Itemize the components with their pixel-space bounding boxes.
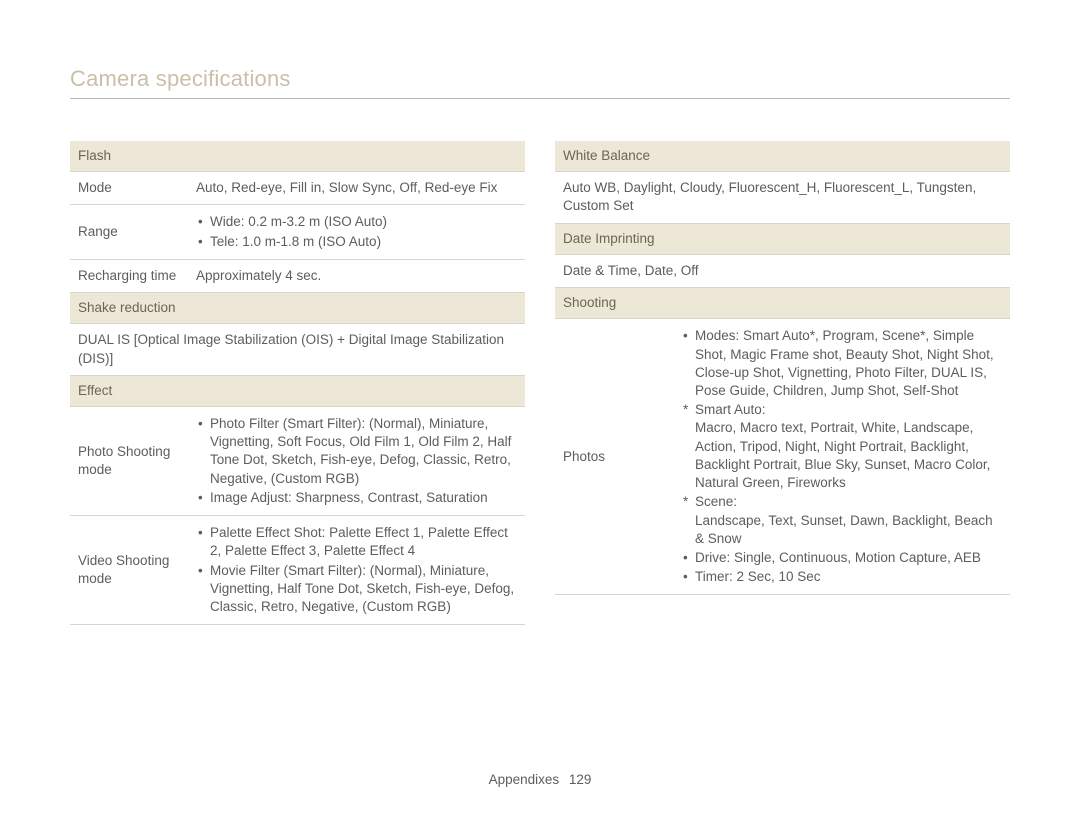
table-row: Photos Modes: Smart Auto*, Program, Scen… (555, 319, 1010, 595)
spec-label: Photos (555, 319, 673, 595)
spec-label: Photo Shooting mode (70, 406, 188, 515)
list-item: Image Adjust: Sharpness, Contrast, Satur… (196, 489, 517, 507)
section-header-label: White Balance (555, 141, 1010, 172)
spec-value: Photo Filter (Smart Filter): (Normal), M… (188, 406, 525, 515)
table-row: Recharging time Approximately 4 sec. (70, 259, 525, 292)
section-header-label: Effect (70, 375, 525, 406)
section-header-label: Date Imprinting (555, 223, 1010, 254)
table-row: Video Shooting mode Palette Effect Shot:… (70, 516, 525, 625)
footer-page-number: 129 (569, 772, 592, 787)
list-item: Movie Filter (Smart Filter): (Normal), M… (196, 562, 517, 617)
list-item: Tele: 1.0 m-1.8 m (ISO Auto) (196, 233, 517, 251)
table-row: Date & Time, Date, Off (555, 254, 1010, 287)
spec-table-left: Flash Mode Auto, Red-eye, Fill in, Slow … (70, 141, 525, 625)
list-item: Timer: 2 Sec, 10 Sec (681, 568, 1002, 586)
list-item: * Scene: Landscape, Text, Sunset, Dawn, … (681, 493, 1002, 548)
page-title: Camera specifications (70, 66, 1010, 99)
spec-value: Modes: Smart Auto*, Program, Scene*, Sim… (673, 319, 1010, 595)
spec-value: Wide: 0.2 m-3.2 m (ISO Auto) Tele: 1.0 m… (188, 205, 525, 259)
spec-value: Auto WB, Daylight, Cloudy, Fluorescent_H… (555, 172, 1010, 223)
list-item: Palette Effect Shot: Palette Effect 1, P… (196, 524, 517, 560)
spec-label: Video Shooting mode (70, 516, 188, 625)
section-shake-reduction: Shake reduction (70, 293, 525, 324)
table-row: Auto WB, Daylight, Cloudy, Fluorescent_H… (555, 172, 1010, 223)
spec-value: Auto, Red-eye, Fill in, Slow Sync, Off, … (188, 172, 525, 205)
footer-section: Appendixes (489, 772, 560, 787)
section-header-label: Shooting (555, 288, 1010, 319)
spec-value: Palette Effect Shot: Palette Effect 1, P… (188, 516, 525, 625)
spec-table-right: White Balance Auto WB, Daylight, Cloudy,… (555, 141, 1010, 595)
list-item: * Smart Auto: Macro, Macro text, Portrai… (681, 401, 1002, 492)
section-header-label: Shake reduction (70, 293, 525, 324)
list-item: Drive: Single, Continuous, Motion Captur… (681, 549, 1002, 567)
bullet-list: Modes: Smart Auto*, Program, Scene*, Sim… (681, 327, 1002, 400)
bullet-list: Palette Effect Shot: Palette Effect 1, P… (196, 524, 517, 616)
table-row: DUAL IS [Optical Image Stabilization (OI… (70, 324, 525, 375)
spec-label: Mode (70, 172, 188, 205)
asterisk-icon: * (683, 493, 688, 511)
section-header-label: Flash (70, 141, 525, 172)
section-effect: Effect (70, 375, 525, 406)
table-row: Mode Auto, Red-eye, Fill in, Slow Sync, … (70, 172, 525, 205)
sub-label: Smart Auto: (695, 402, 766, 417)
sub-text: Landscape, Text, Sunset, Dawn, Backlight… (695, 513, 993, 546)
sub-text: Macro, Macro text, Portrait, White, Land… (695, 420, 990, 490)
bullet-list: Drive: Single, Continuous, Motion Captur… (681, 549, 1002, 586)
table-row: Photo Shooting mode Photo Filter (Smart … (70, 406, 525, 515)
section-shooting: Shooting (555, 288, 1010, 319)
spec-value: Date & Time, Date, Off (555, 254, 1010, 287)
list-item: Wide: 0.2 m-3.2 m (ISO Auto) (196, 213, 517, 231)
left-column: Flash Mode Auto, Red-eye, Fill in, Slow … (70, 141, 525, 625)
list-item: Photo Filter (Smart Filter): (Normal), M… (196, 415, 517, 488)
asterisk-icon: * (683, 401, 688, 419)
table-row: Range Wide: 0.2 m-3.2 m (ISO Auto) Tele:… (70, 205, 525, 259)
section-date-imprinting: Date Imprinting (555, 223, 1010, 254)
sub-list: * Smart Auto: Macro, Macro text, Portrai… (681, 401, 1002, 548)
spec-label: Range (70, 205, 188, 259)
spec-value: Approximately 4 sec. (188, 259, 525, 292)
section-white-balance: White Balance (555, 141, 1010, 172)
section-flash: Flash (70, 141, 525, 172)
bullet-list: Wide: 0.2 m-3.2 m (ISO Auto) Tele: 1.0 m… (196, 213, 517, 250)
spec-label: Recharging time (70, 259, 188, 292)
page-footer: Appendixes 129 (0, 772, 1080, 787)
spec-value: DUAL IS [Optical Image Stabilization (OI… (70, 324, 525, 375)
right-column: White Balance Auto WB, Daylight, Cloudy,… (555, 141, 1010, 625)
bullet-list: Photo Filter (Smart Filter): (Normal), M… (196, 415, 517, 507)
sub-label: Scene: (695, 494, 737, 509)
list-item: Modes: Smart Auto*, Program, Scene*, Sim… (681, 327, 1002, 400)
spec-columns: Flash Mode Auto, Red-eye, Fill in, Slow … (70, 141, 1010, 625)
manual-page: Camera specifications Flash Mode Auto, R… (0, 0, 1080, 815)
